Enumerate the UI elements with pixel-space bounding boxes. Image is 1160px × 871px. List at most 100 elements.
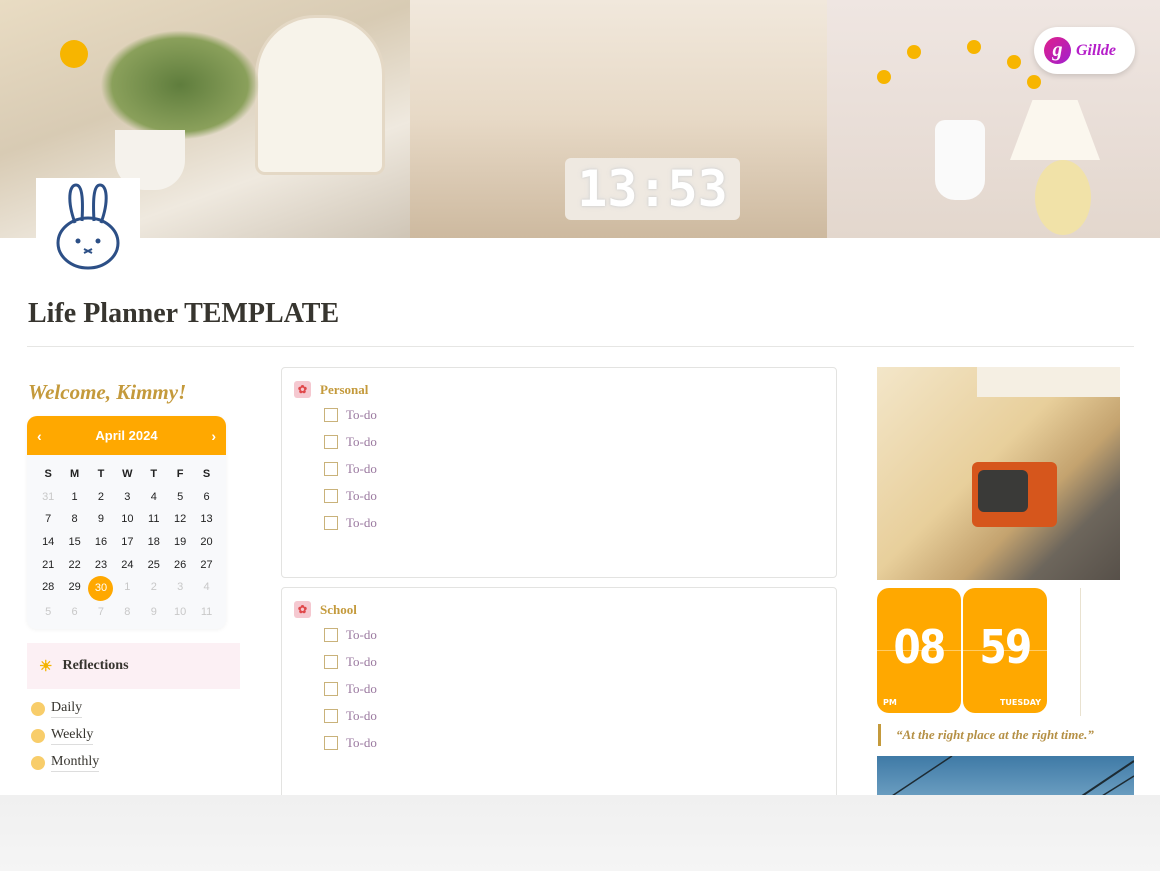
- calendar-day[interactable]: 27: [193, 553, 219, 576]
- calendar-day[interactable]: 15: [61, 531, 87, 554]
- calendar-day[interactable]: 6: [61, 601, 87, 624]
- weekday-label: W: [122, 468, 133, 481]
- reflection-link-daily[interactable]: Daily: [31, 695, 99, 722]
- calendar-day[interactable]: 2: [141, 576, 167, 599]
- reflections-header[interactable]: ☀ Reflections: [27, 643, 240, 689]
- todo-item: To-do: [294, 675, 824, 702]
- todo-item: To-do: [294, 509, 824, 536]
- calendar-day[interactable]: 26: [167, 553, 193, 576]
- calendar-day[interactable]: 3: [114, 486, 140, 509]
- calendar-day[interactable]: 4: [193, 576, 219, 599]
- todo-checkbox[interactable]: [324, 654, 338, 669]
- weekday-label: S: [44, 468, 52, 481]
- reflections-title: Reflections: [62, 658, 129, 673]
- flower-icon: ✿: [294, 381, 311, 398]
- todo-checkbox[interactable]: [324, 515, 338, 530]
- calendar-day[interactable]: 18: [141, 531, 167, 554]
- calendar-day[interactable]: 9: [141, 601, 167, 624]
- clock-minute-card: 59 TUESDAY: [963, 588, 1047, 713]
- calendar-day[interactable]: 21: [35, 553, 61, 576]
- smiley-icon: [31, 755, 45, 770]
- calendar-month: April 2024: [95, 428, 158, 443]
- weekday-label: S: [202, 468, 211, 481]
- calendar-day[interactable]: 14: [35, 531, 61, 554]
- calendar-day-today[interactable]: 30: [88, 575, 114, 601]
- quote: “At the right place at the right time.”: [878, 724, 1094, 746]
- todo-item: To-do: [294, 428, 824, 455]
- bottom-fade: [0, 795, 1160, 871]
- calendar-day[interactable]: 20: [193, 531, 219, 554]
- calendar-day[interactable]: 1: [114, 576, 140, 599]
- todo-checkbox[interactable]: [324, 434, 338, 449]
- reflections-links: Daily Weekly Monthly: [31, 695, 100, 776]
- calendar-day[interactable]: 7: [35, 508, 61, 531]
- prev-month-button[interactable]: ‹: [37, 428, 42, 444]
- calendar-header: ‹ April 2024 ›: [27, 416, 226, 455]
- calendar-day[interactable]: 25: [141, 553, 167, 576]
- page-title: Life Planner TEMPLATE: [28, 298, 340, 329]
- calendar-day[interactable]: 10: [114, 508, 140, 531]
- calendar-day[interactable]: 13: [193, 508, 219, 531]
- bunny-icon[interactable]: [36, 178, 140, 273]
- calendar-day[interactable]: 11: [193, 601, 219, 624]
- reflection-link-monthly[interactable]: Monthly: [31, 749, 100, 776]
- calendar-day[interactable]: 17: [114, 531, 140, 554]
- todo-item: To-do: [294, 401, 824, 428]
- calendar-day[interactable]: 5: [167, 486, 193, 509]
- calendar-day[interactable]: 16: [88, 531, 114, 554]
- calendar-day[interactable]: 7: [88, 601, 114, 624]
- calendar-day[interactable]: 12: [167, 508, 193, 531]
- calendar-day[interactable]: 23: [88, 553, 114, 576]
- calendar-day[interactable]: 19: [167, 531, 193, 554]
- todo-item: To-do: [294, 729, 824, 756]
- calendar-widget: ‹ April 2024 › S M T W T F S 31 1 2 3 4 5 6 7 8 9 10 11 12 1…: [27, 416, 226, 629]
- calendar-day[interactable]: 28: [35, 576, 61, 599]
- calendar-day[interactable]: 5: [35, 601, 61, 624]
- logo-mark: g: [1044, 37, 1071, 64]
- calendar-day[interactable]: 8: [61, 508, 87, 531]
- sky-photo: [877, 756, 1134, 796]
- weekday-label: T: [150, 468, 158, 481]
- calendar-day[interactable]: 9: [88, 508, 114, 531]
- calendar-day[interactable]: 22: [61, 553, 87, 576]
- school-todo-list: ✿ School To-do To-do To-do To-do To-do: [281, 587, 837, 807]
- todo-checkbox[interactable]: [324, 407, 338, 422]
- smiley-icon: [31, 701, 45, 716]
- photo-digital-clock: 13:53: [565, 158, 740, 220]
- calendar-day[interactable]: 2: [88, 486, 114, 509]
- calendar-day[interactable]: 3: [167, 576, 193, 599]
- todo-checkbox[interactable]: [324, 708, 338, 723]
- todo-item: To-do: [294, 702, 824, 729]
- calendar-day[interactable]: 10: [167, 601, 193, 624]
- logo-text: Gillde: [1076, 41, 1116, 59]
- calendar-day[interactable]: 4: [141, 486, 167, 509]
- todo-checkbox[interactable]: [324, 627, 338, 642]
- list-title: School: [320, 601, 357, 617]
- weekday-label: M: [70, 468, 80, 481]
- todo-checkbox[interactable]: [324, 735, 338, 750]
- calendar-day[interactable]: 6: [193, 486, 219, 509]
- todo-checkbox[interactable]: [324, 461, 338, 476]
- todo-item: To-do: [294, 621, 824, 648]
- todo-checkbox[interactable]: [324, 488, 338, 503]
- todo-item: To-do: [294, 648, 824, 675]
- calendar-grid: S M T W T F S 31 1 2 3 4 5 6 7 8 9 10 11 12 13 14 15 16 17 18 19 20…: [27, 455, 226, 624]
- calendar-day[interactable]: 8: [114, 601, 140, 624]
- clock-hour-card: 08 PM: [877, 588, 961, 713]
- calendar-day[interactable]: 31: [35, 486, 61, 509]
- calendar-day[interactable]: 1: [61, 486, 87, 509]
- gillde-logo[interactable]: g Gillde: [1034, 27, 1135, 74]
- calendar-day[interactable]: 24: [114, 553, 140, 576]
- calendar-day[interactable]: 29: [61, 576, 87, 599]
- next-month-button[interactable]: ›: [211, 428, 216, 444]
- flower-icon: ✿: [294, 601, 311, 618]
- todo-checkbox[interactable]: [324, 681, 338, 696]
- smiley-icon: [31, 728, 45, 743]
- personal-todo-list: ✿ Personal To-do To-do To-do To-do To-do: [281, 367, 837, 578]
- list-title: Personal: [320, 381, 369, 397]
- reflection-link-weekly[interactable]: Weekly: [31, 722, 99, 749]
- weekday-label: T: [97, 468, 105, 481]
- calendar-day[interactable]: 11: [141, 508, 167, 531]
- sun-icon: ☀: [39, 658, 53, 675]
- todo-item: To-do: [294, 455, 824, 482]
